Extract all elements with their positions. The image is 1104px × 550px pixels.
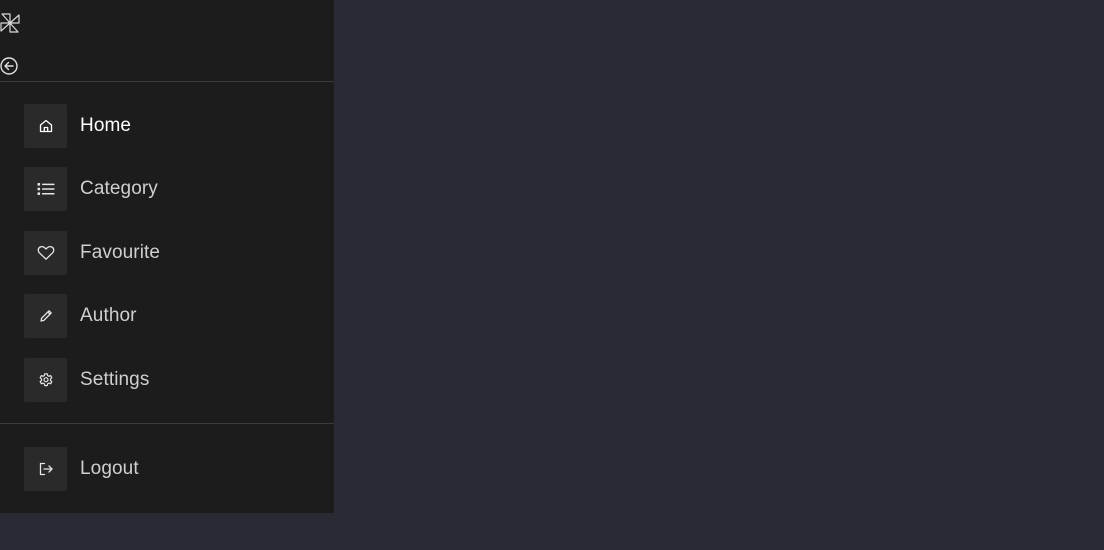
gear-icon-box [24, 358, 67, 402]
sidebar-item-label: Author [80, 305, 137, 326]
brand-logo [0, 10, 22, 36]
pencil-icon [39, 310, 52, 322]
arrow-left-circle-icon [0, 57, 18, 75]
pencil-icon-box [24, 294, 67, 338]
sidebar-divider-top [0, 81, 334, 82]
list-icon [37, 183, 54, 195]
sidebar-item-label: Settings [80, 369, 150, 390]
sidebar-item-label: Favourite [80, 242, 161, 263]
sidebar-item-author[interactable]: Author [24, 294, 314, 338]
sidebar: Home Category Favourite Author Settings … [0, 0, 334, 513]
logout-icon-box [24, 447, 67, 491]
sidebar-item-label: Home [80, 115, 132, 136]
home-icon [39, 119, 52, 133]
heart-icon [37, 246, 54, 260]
main-content-area [334, 0, 1104, 550]
gear-icon [39, 373, 52, 387]
sidebar-item-favourite[interactable]: Favourite [24, 231, 314, 275]
sidebar-item-home[interactable]: Home [24, 104, 314, 148]
logout-icon [39, 462, 53, 476]
logout-label: Logout [80, 458, 139, 479]
logout-button[interactable]: Logout [24, 447, 314, 491]
app-window: Home Category Favourite Author Settings … [0, 0, 1104, 550]
sidebar-item-settings[interactable]: Settings [24, 358, 314, 402]
heart-icon-box [24, 231, 67, 275]
collapse-sidebar-button[interactable] [0, 57, 18, 75]
sidebar-divider-bottom [0, 423, 334, 424]
home-icon-box [24, 104, 67, 148]
sidebar-item-label: Category [80, 178, 158, 199]
sidebar-item-category[interactable]: Category [24, 167, 314, 211]
list-icon-box [24, 167, 67, 211]
pinwheel-logo-icon [0, 13, 20, 33]
